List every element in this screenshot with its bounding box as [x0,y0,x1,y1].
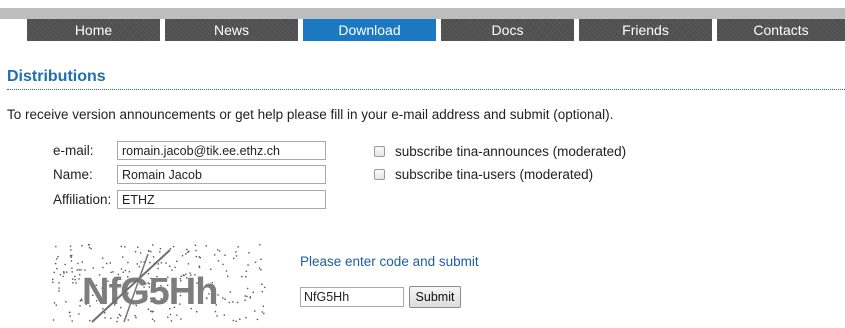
subscribe-users-label: subscribe tina-users (moderated) [395,167,594,182]
subscribe-announces-checkbox[interactable] [374,146,385,157]
captcha-prompt: Please enter code and submit [300,254,479,269]
email-field[interactable] [117,141,326,160]
captcha-text: NfG5Hh [82,271,217,313]
tab-home[interactable]: Home [27,19,160,41]
captcha-noise-graphic: NfG5Hh [52,244,266,323]
page-title: Distributions [7,68,106,85]
name-field[interactable] [117,165,326,184]
email-label: e-mail: [53,143,94,158]
tab-contacts[interactable]: Contacts [717,19,845,41]
tab-docs[interactable]: Docs [441,19,574,41]
affiliation-field[interactable] [117,190,326,209]
tab-news[interactable]: News [165,19,298,41]
tab-friends[interactable]: Friends [579,19,712,41]
heading-divider [7,89,845,90]
subscribe-announces-label: subscribe tina-announces (moderated) [395,144,627,159]
nav-top-bar [0,8,845,19]
subscribe-users-checkbox[interactable] [374,169,385,180]
tab-download[interactable]: Download [303,19,436,41]
captcha-image: NfG5Hh [52,244,272,323]
intro-text: To receive version announcements or get … [7,107,614,122]
name-label: Name: [53,167,93,182]
submit-button[interactable]: Submit [409,286,461,308]
captcha-code-input[interactable] [300,287,404,307]
affiliation-label: Affiliation: [53,192,112,207]
